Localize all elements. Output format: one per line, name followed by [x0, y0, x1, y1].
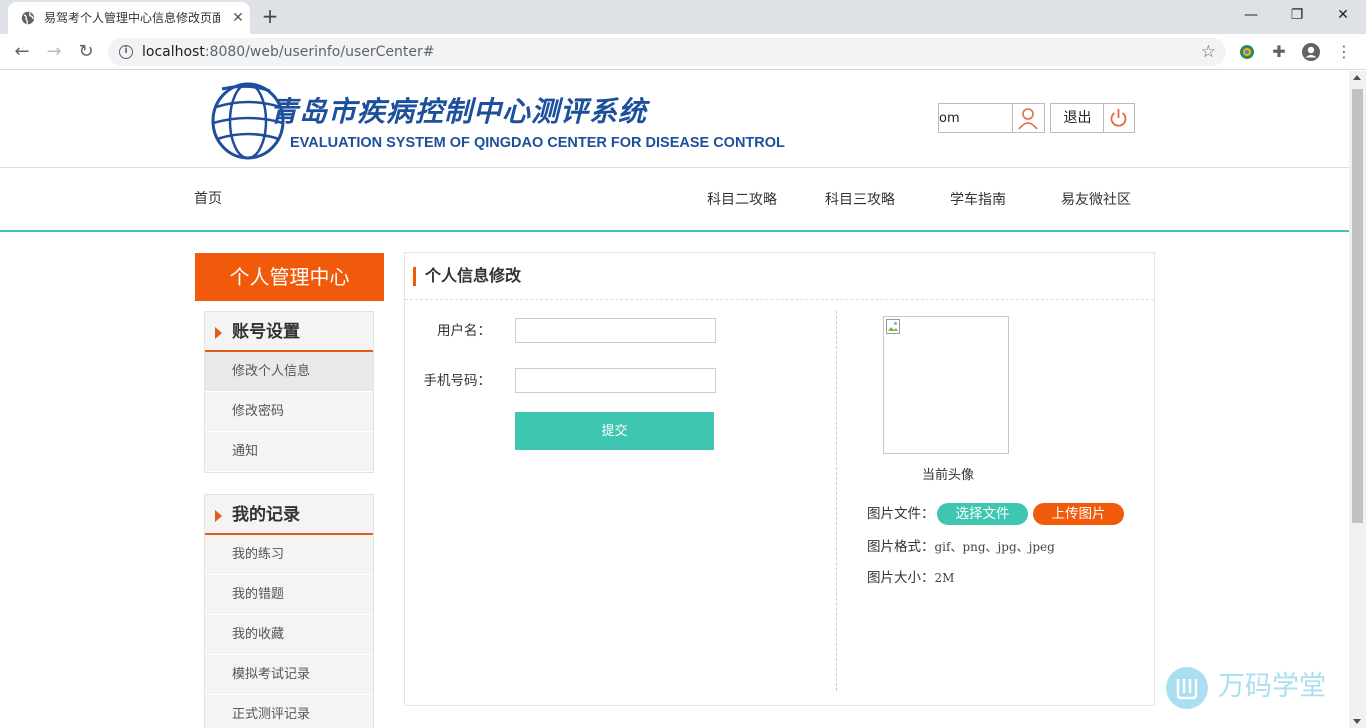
page-viewport: 青岛市疾病控制中心测评系统 EVALUATION SYSTEM OF QINGD…: [0, 71, 1366, 728]
site-info-icon[interactable]: i: [119, 45, 133, 59]
sidebar-group-account: 账号设置 修改个人信息 修改密码 通知: [204, 311, 374, 473]
panel-title: 个人信息修改: [425, 266, 522, 285]
reload-icon[interactable]: ↻: [74, 40, 98, 64]
scrollbar-thumb[interactable]: [1352, 89, 1363, 523]
logo-chinese-title: 青岛市疾病控制中心测评系统: [270, 95, 648, 128]
profile-edit-panel: 个人信息修改 用户名： 手机号码： 提交 当前头像 图片文件： 选择文件 上传图…: [404, 252, 1155, 706]
extension-globe-icon[interactable]: [1236, 41, 1258, 63]
tab-close-icon[interactable]: ✕: [230, 10, 246, 26]
page-scrollbar[interactable]: [1349, 71, 1366, 728]
watermark-text: 万码学堂: [1218, 671, 1326, 702]
avatar-caption: 当前头像: [921, 468, 974, 483]
phone-label: 手机号码：: [423, 373, 492, 389]
restore-button[interactable]: ❐: [1282, 4, 1312, 26]
file-label: 图片文件：: [867, 506, 935, 522]
watermark: 万码学堂: [1166, 667, 1336, 709]
back-icon[interactable]: ←: [10, 40, 34, 64]
format-value: gif、png、jpg、jpeg: [934, 540, 1055, 554]
logout-button[interactable]: 退出: [1050, 103, 1135, 133]
nav-subject-two[interactable]: 科目二攻略: [707, 190, 777, 210]
main-nav: 首页 科目二攻略 科目三攻略 学车指南 易友微社区: [0, 168, 1349, 230]
format-label: 图片格式：: [867, 539, 935, 555]
close-window-button[interactable]: ✕: [1328, 4, 1358, 26]
scroll-down-icon[interactable]: [1353, 719, 1361, 724]
panel-title-accent: [413, 267, 416, 286]
user-name: om: [939, 111, 960, 126]
browser-toolbar: ← → ↻ i localhost:8080/web/userinfo/user…: [0, 34, 1366, 70]
username-label: 用户名：: [437, 323, 491, 339]
logout-label: 退出: [1063, 110, 1092, 126]
sidebar-group-label: 我的记录: [232, 505, 300, 525]
panel-header: 个人信息修改: [405, 253, 1154, 300]
sidebar-item-my-favorites[interactable]: 我的收藏: [205, 615, 373, 655]
browser-tab[interactable]: 易驾考个人管理中心信息修改页面 ✕: [8, 2, 250, 34]
url-text[interactable]: localhost:8080/web/userinfo/userCenter#: [142, 43, 434, 61]
browser-tabbar: 易驾考个人管理中心信息修改页面 ✕ + — ❐ ✕: [0, 0, 1366, 34]
user-account-box[interactable]: om: [938, 103, 1045, 133]
nav-driving-guide[interactable]: 学车指南: [950, 190, 1006, 210]
format-row: 图片格式：gif、png、jpg、jpeg: [867, 537, 1055, 557]
sidebar-group-header: 账号设置: [205, 312, 373, 352]
sidebar-title: 个人管理中心: [195, 253, 384, 301]
watermark-logo-icon: [1166, 667, 1208, 709]
site-logo[interactable]: 青岛市疾病控制中心测评系统 EVALUATION SYSTEM OF QINGD…: [210, 81, 785, 161]
globe-icon: [21, 11, 35, 25]
phone-input[interactable]: [515, 368, 716, 393]
new-tab-button[interactable]: +: [260, 5, 280, 27]
avatar: [883, 316, 1009, 454]
sidebar-item-change-password[interactable]: 修改密码: [205, 392, 373, 432]
sidebar-item-edit-profile[interactable]: 修改个人信息: [205, 352, 373, 392]
submit-button[interactable]: 提交: [515, 412, 714, 450]
sidebar-group-label: 账号设置: [232, 322, 300, 342]
nav-home[interactable]: 首页: [194, 189, 222, 209]
sidebar-group-header: 我的记录: [205, 495, 373, 535]
logo-english-title: EVALUATION SYSTEM OF QINGDAO CENTER FOR …: [290, 135, 785, 151]
nav-community[interactable]: 易友微社区: [1061, 190, 1131, 210]
profile-icon[interactable]: [1300, 41, 1322, 63]
sidebar-item-my-practice[interactable]: 我的练习: [205, 535, 373, 575]
choose-file-button[interactable]: 选择文件: [937, 503, 1028, 525]
address-bar[interactable]: i localhost:8080/web/userinfo/userCenter…: [108, 38, 1226, 66]
panel-vertical-divider: [836, 311, 837, 691]
sidebar-item-official-exam-records[interactable]: 正式测评记录: [205, 695, 373, 728]
tab-title: 易驾考个人管理中心信息修改页面: [44, 11, 220, 25]
caret-right-icon: [215, 510, 222, 522]
sidebar-item-notifications[interactable]: 通知: [205, 432, 373, 472]
nav-accent-line: [0, 230, 1349, 232]
broken-image-icon: [886, 319, 900, 334]
size-row: 图片大小：2M: [867, 568, 954, 588]
minimize-button[interactable]: —: [1236, 4, 1266, 26]
username-input[interactable]: [515, 318, 716, 343]
bookmark-star-icon[interactable]: ☆: [1201, 42, 1216, 62]
scroll-up-icon[interactable]: [1353, 75, 1361, 80]
menu-kebab-icon[interactable]: ⋮: [1333, 41, 1355, 63]
forward-icon[interactable]: →: [42, 40, 66, 64]
upload-image-button[interactable]: 上传图片: [1033, 503, 1124, 525]
caret-right-icon: [215, 327, 222, 339]
sidebar-group-records: 我的记录 我的练习 我的错题 我的收藏 模拟考试记录 正式测评记录: [204, 494, 374, 728]
sidebar-item-mock-exam-records[interactable]: 模拟考试记录: [205, 655, 373, 695]
extensions-puzzle-icon[interactable]: ✚: [1268, 41, 1290, 63]
power-icon[interactable]: [1103, 104, 1134, 132]
size-label: 图片大小：: [867, 570, 935, 586]
sidebar-item-my-mistakes[interactable]: 我的错题: [205, 575, 373, 615]
nav-subject-three[interactable]: 科目三攻略: [825, 190, 895, 210]
user-icon[interactable]: [1012, 104, 1044, 132]
size-value: 2M: [934, 571, 955, 585]
